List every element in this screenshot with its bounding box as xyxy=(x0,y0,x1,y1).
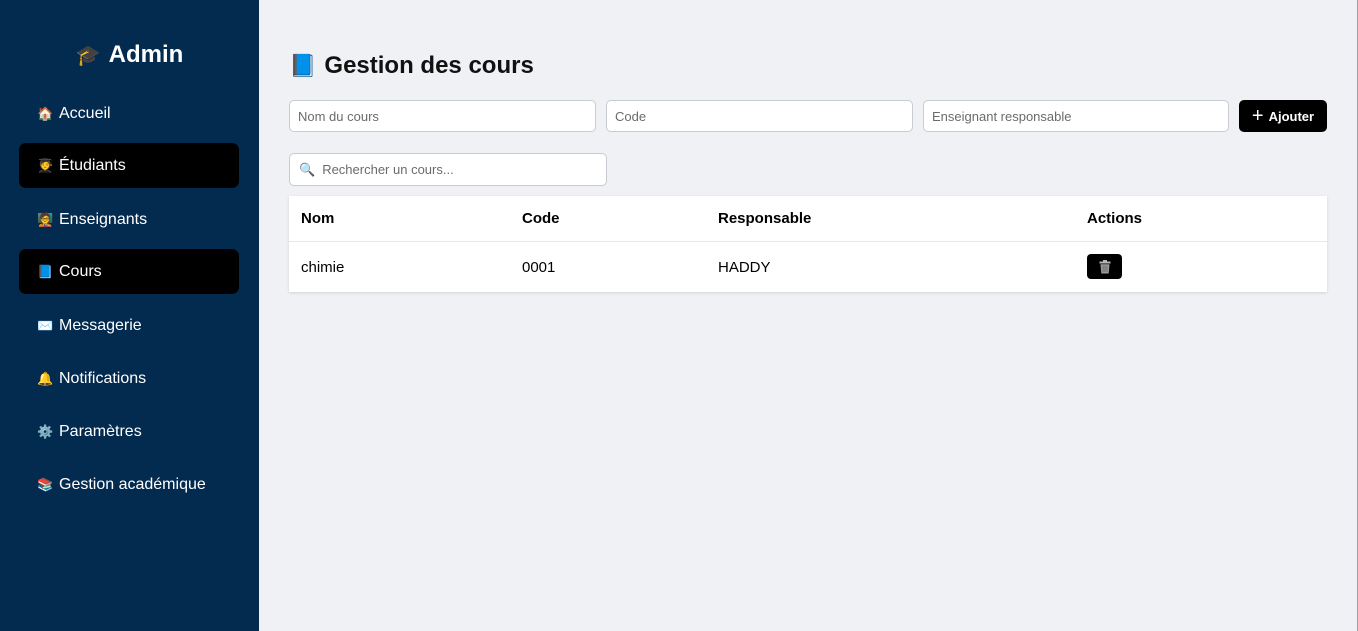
bell-icon: 🔔 xyxy=(37,370,54,386)
trash-icon xyxy=(1099,259,1110,273)
delete-button[interactable] xyxy=(1087,254,1122,279)
course-code-input[interactable] xyxy=(606,100,913,132)
sidebar-item-accueil[interactable]: 🏠 Accueil xyxy=(19,91,239,136)
sidebar-item-label: Cours xyxy=(59,262,102,280)
sidebar-item-enseignants[interactable]: 🧑‍🏫 Enseignants xyxy=(19,197,239,242)
sidebar-item-cours[interactable]: 📘 Cours xyxy=(19,249,239,294)
sidebar-item-label: Paramètres xyxy=(59,422,142,440)
sidebar-item-label: Enseignants xyxy=(59,210,148,228)
brand-title: Admin xyxy=(108,41,184,68)
page-title: 📘 Gestion des cours xyxy=(289,50,534,82)
sidebar-item-etudiants[interactable]: 🧑‍🎓 Étudiants xyxy=(19,143,239,188)
books-icon: 📚 xyxy=(37,476,54,492)
search-input[interactable] xyxy=(320,161,606,178)
column-header-responsable: Responsable xyxy=(718,210,812,227)
sidebar-item-label: Étudiants xyxy=(59,156,126,174)
course-name-input[interactable] xyxy=(289,100,596,132)
search-box[interactable]: 🔍 xyxy=(289,153,607,186)
sidebar-item-notifications[interactable]: 🔔 Notifications xyxy=(19,356,239,401)
cell-nom: chimie xyxy=(301,259,345,276)
sidebar-item-label: Messagerie xyxy=(59,316,142,334)
graduation-cap-icon: 🎓 xyxy=(75,45,101,67)
courses-table: Nom Code Responsable Actions chimie 0001… xyxy=(289,196,1327,292)
student-icon: 🧑‍🎓 xyxy=(37,157,54,173)
main-content: 📘 Gestion des cours + Ajouter 🔍 Nom Code… xyxy=(259,0,1358,631)
brand: 🎓 Admin xyxy=(0,40,259,71)
house-icon: 🏠 xyxy=(37,105,54,121)
add-button[interactable]: + Ajouter xyxy=(1239,100,1327,132)
column-header-actions: Actions xyxy=(1087,210,1143,227)
sidebar: 🎓 Admin 🏠 Accueil 🧑‍🎓 Étudiants 🧑‍🏫 Ensei… xyxy=(0,0,259,631)
search-icon: 🔍 xyxy=(299,161,316,177)
cell-responsable: HADDY xyxy=(718,259,771,276)
column-header-nom: Nom xyxy=(301,210,335,227)
sidebar-item-parametres[interactable]: ⚙️ Paramètres xyxy=(19,409,239,454)
gear-icon: ⚙️ xyxy=(37,423,54,439)
sidebar-item-label: Accueil xyxy=(59,104,111,122)
column-header-code: Code xyxy=(522,210,560,227)
add-button-label: Ajouter xyxy=(1268,108,1315,124)
page-title-text: Gestion des cours xyxy=(324,52,534,79)
header-divider xyxy=(289,241,1327,242)
sidebar-item-gestion-academique[interactable]: 📚 Gestion académique xyxy=(19,462,239,507)
sidebar-item-label: Notifications xyxy=(59,369,147,387)
sidebar-item-label: Gestion académique xyxy=(59,475,206,493)
sidebar-item-messagerie[interactable]: ✉️ Messagerie xyxy=(19,303,239,348)
cell-code: 0001 xyxy=(522,259,556,276)
plus-icon: + xyxy=(1251,105,1264,127)
book-icon: 📘 xyxy=(37,263,54,279)
book-icon: 📘 xyxy=(289,53,317,78)
teacher-input[interactable] xyxy=(923,100,1229,132)
envelope-icon: ✉️ xyxy=(37,317,54,333)
teacher-icon: 🧑‍🏫 xyxy=(37,211,54,227)
